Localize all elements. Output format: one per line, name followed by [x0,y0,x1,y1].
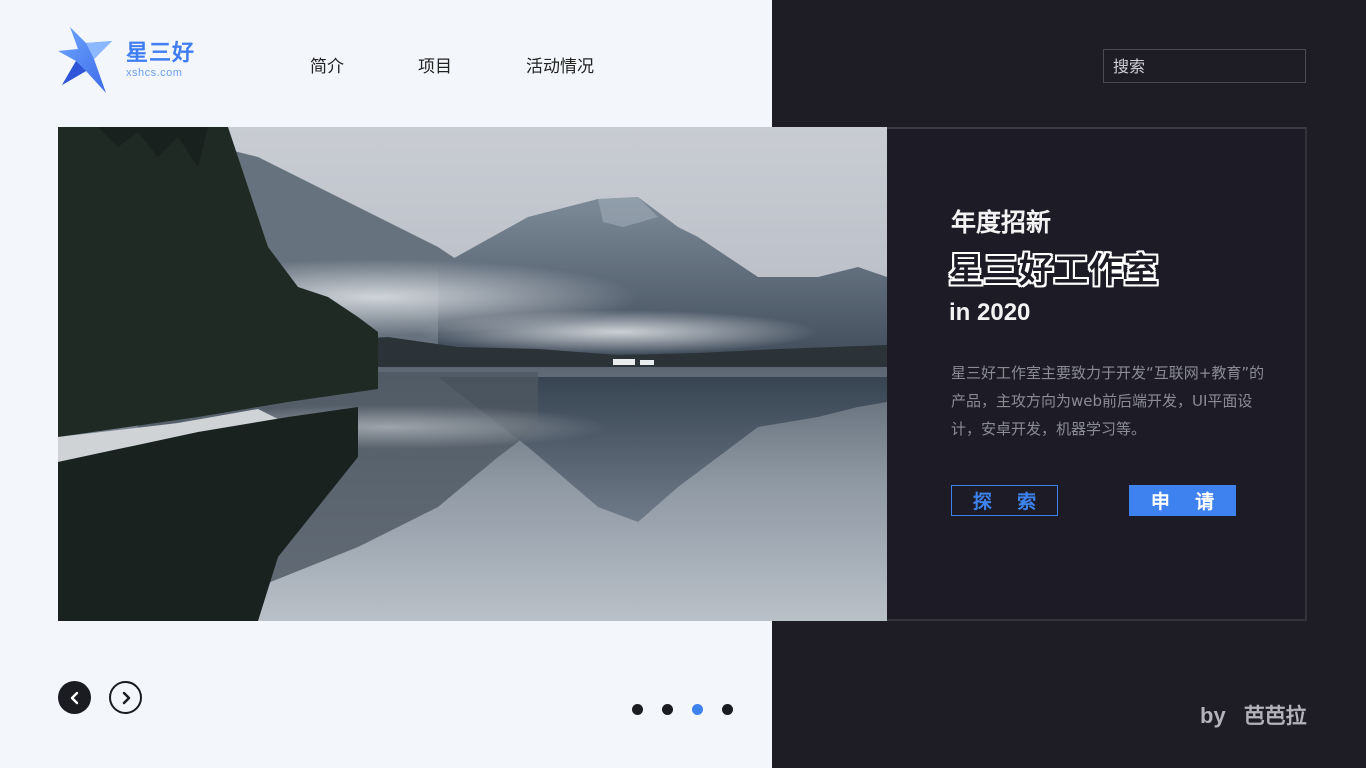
brand-logo[interactable]: 星三好 xshcs.com [56,22,216,98]
carousel-dot[interactable] [662,704,673,715]
brand-domain: xshcs.com [126,66,183,79]
carousel-dot-active[interactable] [692,704,703,715]
nav-item-projects[interactable]: 项目 [418,52,452,77]
recruitment-panel: 年度招新 星三好工作室 in 2020 星三好工作室主要致力于开发“互联网+教育… [887,127,1307,621]
carousel-dot[interactable] [632,704,643,715]
carousel-dot[interactable] [722,704,733,715]
carousel-prev-button[interactable] [58,681,91,714]
by-label: by [1200,703,1226,728]
explore-button[interactable]: 探 索 [951,485,1058,516]
chevron-right-icon [122,691,130,704]
author-credit: by 芭芭拉 [1200,700,1307,730]
nav-item-intro[interactable]: 简介 [310,52,344,77]
nav-item-activities[interactable]: 活动情况 [526,52,594,77]
chevron-left-icon [70,691,78,704]
carousel-next-button[interactable] [109,681,142,714]
hero-landscape-image [58,127,887,621]
hero-description: 星三好工作室主要致力于开发“互联网+教育”的产品，主攻方向为web前后端开发，U… [951,364,1265,438]
author-name: 芭芭拉 [1243,704,1307,728]
hero-headline: 星三好工作室 [949,251,1159,291]
search-box [1103,49,1313,83]
search-input[interactable] [1104,50,1313,82]
carousel-indicators [632,704,752,715]
brand-name: 星三好 [126,40,196,66]
main-nav: 简介 项目 活动情况 [310,52,594,77]
apply-button[interactable]: 申 请 [1129,485,1236,516]
star-logo-icon [58,27,112,93]
hero-kicker: 年度招新 [951,208,1052,237]
hero-banner: 年度招新 星三好工作室 in 2020 星三好工作室主要致力于开发“互联网+教育… [58,127,1307,621]
hero-year: in 2020 [949,299,1031,326]
